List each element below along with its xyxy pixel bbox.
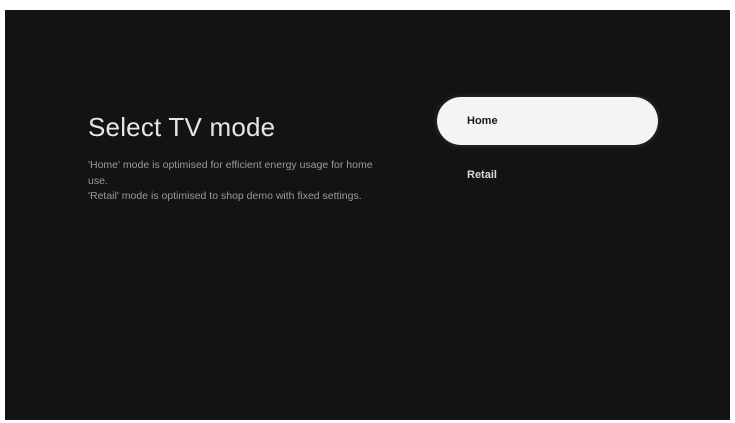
mode-options-list: Home Retail <box>437 97 658 199</box>
option-home[interactable]: Home <box>437 97 658 145</box>
page-title: Select TV mode <box>88 112 276 142</box>
info-panel: Select TV mode 'Home' mode is optimised … <box>88 110 388 205</box>
option-retail-label: Retail <box>467 169 497 181</box>
home-mode-description: 'Home' mode is optimised for efficient e… <box>88 159 373 187</box>
mode-description: 'Home' mode is optimised for efficient e… <box>88 158 388 205</box>
retail-mode-description: 'Retail' mode is optimised to shop demo … <box>88 190 362 202</box>
option-retail[interactable]: Retail <box>437 151 658 199</box>
tv-setup-screen: Select TV mode 'Home' mode is optimised … <box>5 10 730 420</box>
option-home-label: Home <box>467 115 498 127</box>
